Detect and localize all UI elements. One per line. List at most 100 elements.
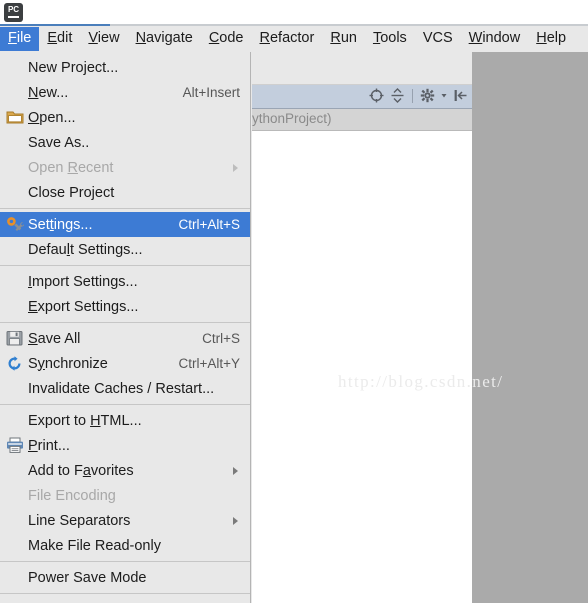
menu-item-shortcut: Ctrl+S bbox=[202, 330, 240, 346]
menu-item-print[interactable]: Print... bbox=[0, 433, 250, 458]
gear-dropdown-arrow-icon[interactable] bbox=[440, 87, 448, 104]
title-bar: PC bbox=[0, 0, 588, 26]
menu-item-icon-slot bbox=[2, 533, 28, 558]
menu-item-label: Add to Favorites bbox=[28, 462, 134, 479]
floppy-save-icon-slot bbox=[2, 326, 28, 351]
menu-item-label: Settings... bbox=[28, 216, 93, 233]
menubar-item-help[interactable]: Help bbox=[528, 27, 574, 51]
menubar-item-file[interactable]: File bbox=[0, 27, 40, 51]
menu-item-icon-slot bbox=[2, 565, 28, 590]
menu-item-default-settings[interactable]: Default Settings... bbox=[0, 237, 250, 262]
folder-icon-slot bbox=[2, 105, 28, 130]
sync-icon bbox=[8, 356, 21, 371]
menu-item-synchronize[interactable]: Synchronize Ctrl+Alt+Y bbox=[0, 351, 250, 376]
floppy-save-icon bbox=[6, 331, 23, 346]
menu-item-shortcut: Ctrl+Alt+S bbox=[178, 216, 240, 232]
printer-icon bbox=[7, 437, 23, 453]
menu-separator bbox=[0, 208, 250, 209]
menu-item-add-to-favorites[interactable]: Add to Favorites bbox=[0, 458, 250, 483]
menu-item-new[interactable]: New... Alt+Insert bbox=[0, 80, 250, 105]
menu-item-export-settings[interactable]: Export Settings... bbox=[0, 294, 250, 319]
menu-item-label: Synchronize bbox=[28, 355, 108, 372]
menu-item-settings[interactable]: Settings... Ctrl+Alt+S bbox=[0, 212, 250, 237]
submenu-arrow-icon bbox=[233, 466, 238, 475]
menu-separator bbox=[0, 322, 250, 323]
editor-area[interactable] bbox=[252, 52, 472, 603]
toolwindow-project-title: ythonProject) bbox=[252, 111, 332, 126]
submenu-arrow-icon bbox=[233, 163, 238, 172]
menu-item-make-file-read-only[interactable]: Make File Read-only bbox=[0, 533, 250, 558]
menu-item-export-to-html[interactable]: Export to HTML... bbox=[0, 408, 250, 433]
menu-item-label: Import Settings... bbox=[28, 273, 138, 290]
app-logo-icon: PC bbox=[4, 3, 23, 22]
menu-item-label: New... bbox=[28, 84, 69, 101]
right-panel bbox=[472, 52, 588, 603]
scroll-from-source-icon[interactable] bbox=[368, 87, 385, 104]
menubar-item-code[interactable]: Code bbox=[201, 27, 252, 51]
app-logo-text: PC bbox=[7, 5, 20, 14]
menu-item-close-project[interactable]: Close Project bbox=[0, 180, 250, 205]
menu-item-icon-slot bbox=[2, 237, 28, 262]
menu-item-exit[interactable]: Exit bbox=[0, 597, 250, 603]
menu-item-icon-slot bbox=[2, 483, 28, 508]
menu-item-icon-slot bbox=[2, 408, 28, 433]
menu-item-open-recent: Open Recent bbox=[0, 155, 250, 180]
menu-item-icon-slot bbox=[2, 130, 28, 155]
menu-item-label: Open... bbox=[28, 109, 76, 126]
menubar-item-window[interactable]: Window bbox=[461, 27, 529, 51]
menu-item-label: Save All bbox=[28, 330, 81, 347]
menu-separator bbox=[0, 404, 250, 405]
toolwindow-header bbox=[252, 85, 472, 109]
menu-item-open[interactable]: Open... bbox=[0, 105, 250, 130]
menu-item-icon-slot bbox=[2, 155, 28, 180]
menu-item-label: Open Recent bbox=[28, 159, 114, 176]
menu-item-shortcut: Ctrl+Alt+Y bbox=[178, 355, 240, 371]
menu-item-icon-slot bbox=[2, 269, 28, 294]
menubar-item-view[interactable]: View bbox=[80, 27, 127, 51]
menu-item-label: File Encoding bbox=[28, 487, 116, 504]
menu-item-icon-slot bbox=[2, 180, 28, 205]
settings-gear-icon[interactable] bbox=[420, 87, 435, 104]
menu-item-save-all[interactable]: Save All Ctrl+S bbox=[0, 326, 250, 351]
submenu-arrow-icon bbox=[233, 516, 238, 525]
menu-item-icon-slot bbox=[2, 80, 28, 105]
menu-item-icon-slot bbox=[2, 597, 28, 603]
menubar-item-navigate[interactable]: Navigate bbox=[128, 27, 201, 51]
menu-item-line-separators[interactable]: Line Separators bbox=[0, 508, 250, 533]
menubar-item-edit[interactable]: Edit bbox=[39, 27, 80, 51]
menu-item-new-project[interactable]: New Project... bbox=[0, 55, 250, 80]
menu-item-label: Invalidate Caches / Restart... bbox=[28, 380, 215, 397]
menu-item-label: Print... bbox=[28, 437, 70, 454]
menubar-item-refactor[interactable]: Refactor bbox=[252, 27, 323, 51]
menu-item-label: Export to HTML... bbox=[28, 412, 142, 429]
toolwindow-subtitle-bar: ythonProject) bbox=[252, 109, 472, 131]
menu-item-icon-slot bbox=[2, 55, 28, 80]
menu-item-import-settings[interactable]: Import Settings... bbox=[0, 269, 250, 294]
menu-item-shortcut: Alt+Insert bbox=[182, 84, 240, 100]
menubar-item-run[interactable]: Run bbox=[322, 27, 365, 51]
menu-item-icon-slot bbox=[2, 458, 28, 483]
menubar-item-tools[interactable]: Tools bbox=[365, 27, 415, 51]
collapse-all-icon[interactable] bbox=[390, 87, 405, 104]
menu-item-label: Save As.. bbox=[28, 134, 90, 151]
settings-wrench-icon bbox=[7, 217, 24, 231]
menu-item-label: Export Settings... bbox=[28, 298, 139, 315]
hide-toolwindow-icon[interactable] bbox=[453, 87, 468, 104]
menu-item-power-save-mode[interactable]: Power Save Mode bbox=[0, 565, 250, 590]
menu-item-label: Power Save Mode bbox=[28, 569, 147, 586]
toolbar-strip bbox=[252, 52, 472, 85]
menubar-item-vcs[interactable]: VCS bbox=[415, 27, 461, 51]
menu-bar: File Edit View Navigate Code Refactor Run Tools… bbox=[0, 26, 588, 52]
menu-item-label: New Project... bbox=[28, 59, 119, 76]
menu-item-invalidate-caches-restart[interactable]: Invalidate Caches / Restart... bbox=[0, 376, 250, 401]
menu-item-icon-slot bbox=[2, 376, 28, 401]
menu-item-save-as[interactable]: Save As.. bbox=[0, 130, 250, 155]
file-menu-popup: New Project... New... Alt+Insert Open... Sav… bbox=[0, 52, 251, 603]
toolwindow-icon-separator bbox=[412, 88, 413, 103]
menu-separator bbox=[0, 561, 250, 562]
menu-item-icon-slot bbox=[2, 508, 28, 533]
menu-item-label: Line Separators bbox=[28, 512, 131, 529]
settings-wrench-icon-slot bbox=[2, 212, 28, 237]
sync-icon-slot bbox=[2, 351, 28, 376]
menu-item-label: Make File Read-only bbox=[28, 537, 161, 554]
